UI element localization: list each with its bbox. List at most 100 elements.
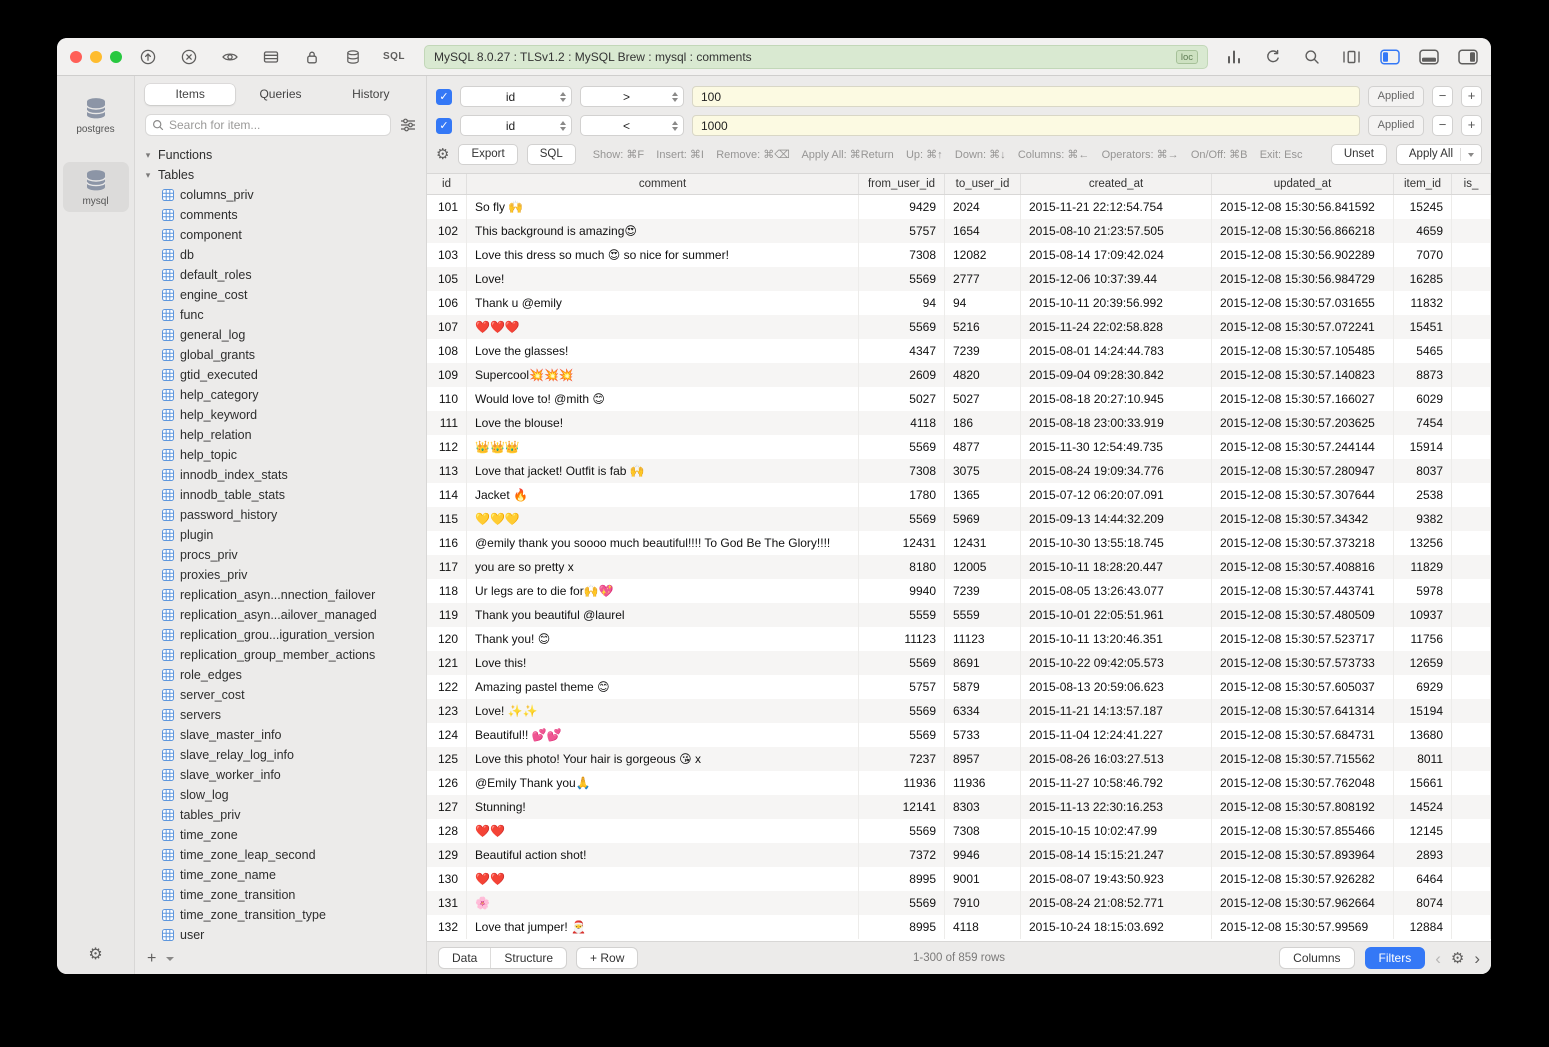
- search-field[interactable]: [145, 114, 391, 136]
- cell-to_user_id[interactable]: 7308: [945, 819, 1021, 843]
- filter-applied-button[interactable]: Applied: [1368, 86, 1424, 107]
- cell-to_user_id[interactable]: 5027: [945, 387, 1021, 411]
- cell-is_[interactable]: [1452, 627, 1491, 651]
- filter-enabled-checkbox[interactable]: [436, 118, 452, 134]
- cell-is_[interactable]: [1452, 291, 1491, 315]
- cell-updated_at[interactable]: 2015-12-08 15:30:57.641314: [1212, 699, 1394, 723]
- cell-comment[interactable]: @emily thank you soooo much beautiful!!!…: [467, 531, 859, 555]
- sidebar-table-item[interactable]: procs_priv: [143, 545, 426, 565]
- sidebar-table-item[interactable]: replication_asyn...nnection_failover: [143, 585, 426, 605]
- filter-enabled-checkbox[interactable]: [436, 89, 452, 105]
- zoom-window-button[interactable]: [110, 51, 122, 63]
- cell-to_user_id[interactable]: 2777: [945, 267, 1021, 291]
- cell-id[interactable]: 129: [427, 843, 467, 867]
- sidebar-table-item[interactable]: tables_priv: [143, 805, 426, 825]
- table-row[interactable]: 130❤️❤️899590012015-08-07 19:43:50.92320…: [427, 867, 1491, 891]
- cell-comment[interactable]: 🌸: [467, 891, 859, 915]
- cell-is_[interactable]: [1452, 795, 1491, 819]
- add-item-button[interactable]: +: [147, 951, 156, 967]
- cell-comment[interactable]: Love this photo! Your hair is gorgeous 😘…: [467, 747, 859, 771]
- cell-comment[interactable]: Love that jumper! 🎅: [467, 915, 859, 939]
- cell-to_user_id[interactable]: 5559: [945, 603, 1021, 627]
- cell-id[interactable]: 101: [427, 195, 467, 219]
- cell-from_user_id[interactable]: 9429: [859, 195, 945, 219]
- column-header-item_id[interactable]: item_id: [1394, 174, 1452, 194]
- cell-comment[interactable]: This background is amazing😍: [467, 219, 859, 243]
- table-row[interactable]: 107❤️❤️❤️556952162015-11-24 22:02:58.828…: [427, 315, 1491, 339]
- connection-item-mysql[interactable]: mysql: [63, 162, 129, 212]
- cell-is_[interactable]: [1452, 747, 1491, 771]
- sql-button[interactable]: SQL: [527, 144, 576, 165]
- cell-comment[interactable]: 👑👑👑: [467, 435, 859, 459]
- sidebar-table-item[interactable]: time_zone_leap_second: [143, 845, 426, 865]
- cell-is_[interactable]: [1452, 219, 1491, 243]
- cell-comment[interactable]: you are so pretty x: [467, 555, 859, 579]
- cell-comment[interactable]: Jacket 🔥: [467, 483, 859, 507]
- cell-comment[interactable]: Thank you beautiful @laurel: [467, 603, 859, 627]
- table-row[interactable]: 111Love the blouse!41181862015-08-18 23:…: [427, 411, 1491, 435]
- cell-created_at[interactable]: 2015-11-21 22:12:54.754: [1021, 195, 1212, 219]
- cell-is_[interactable]: [1452, 843, 1491, 867]
- sidebar-table-item[interactable]: plugin: [143, 525, 426, 545]
- cell-updated_at[interactable]: 2015-12-08 15:30:57.962664: [1212, 891, 1394, 915]
- cell-updated_at[interactable]: 2015-12-08 15:30:57.605037: [1212, 675, 1394, 699]
- cell-comment[interactable]: ❤️❤️❤️: [467, 315, 859, 339]
- cell-to_user_id[interactable]: 9001: [945, 867, 1021, 891]
- cell-updated_at[interactable]: 2015-12-08 15:30:57.373218: [1212, 531, 1394, 555]
- cell-comment[interactable]: Beautiful!! 💕💕: [467, 723, 859, 747]
- cell-updated_at[interactable]: 2015-12-08 15:30:57.684731: [1212, 723, 1394, 747]
- table-row[interactable]: 131🌸556979102015-08-24 21:08:52.7712015-…: [427, 891, 1491, 915]
- cell-from_user_id[interactable]: 9940: [859, 579, 945, 603]
- cell-updated_at[interactable]: 2015-12-08 15:30:57.072241: [1212, 315, 1394, 339]
- filter-value-input[interactable]: [692, 115, 1360, 136]
- cell-to_user_id[interactable]: 1365: [945, 483, 1021, 507]
- cell-item_id[interactable]: 13256: [1394, 531, 1452, 555]
- cell-id[interactable]: 112: [427, 435, 467, 459]
- cell-is_[interactable]: [1452, 723, 1491, 747]
- cell-from_user_id[interactable]: 2609: [859, 363, 945, 387]
- cell-to_user_id[interactable]: 7239: [945, 339, 1021, 363]
- columns-button[interactable]: Columns: [1279, 947, 1354, 969]
- cell-is_[interactable]: [1452, 651, 1491, 675]
- cell-item_id[interactable]: 11829: [1394, 555, 1452, 579]
- sidebar-table-item[interactable]: server_cost: [143, 685, 426, 705]
- cell-created_at[interactable]: 2015-10-30 13:55:18.745: [1021, 531, 1212, 555]
- cell-id[interactable]: 119: [427, 603, 467, 627]
- sidebar-table-item[interactable]: global_grants: [143, 345, 426, 365]
- cell-id[interactable]: 120: [427, 627, 467, 651]
- cell-item_id[interactable]: 8873: [1394, 363, 1452, 387]
- cell-updated_at[interactable]: 2015-12-08 15:30:57.715562: [1212, 747, 1394, 771]
- search-icon[interactable]: [1302, 47, 1322, 67]
- cell-from_user_id[interactable]: 5027: [859, 387, 945, 411]
- sidebar-table-item[interactable]: slave_relay_log_info: [143, 745, 426, 765]
- cell-id[interactable]: 124: [427, 723, 467, 747]
- cell-comment[interactable]: Would love to! @mith 😊: [467, 387, 859, 411]
- structure-view-button[interactable]: Structure: [490, 948, 566, 968]
- cell-created_at[interactable]: 2015-08-18 23:00:33.919: [1021, 411, 1212, 435]
- cell-item_id[interactable]: 15661: [1394, 771, 1452, 795]
- sliders-filter-icon[interactable]: [400, 118, 416, 132]
- cell-item_id[interactable]: 13680: [1394, 723, 1452, 747]
- column-header-updated_at[interactable]: updated_at: [1212, 174, 1394, 194]
- table-row[interactable]: 127Stunning!1214183032015-11-13 22:30:16…: [427, 795, 1491, 819]
- cell-item_id[interactable]: 2893: [1394, 843, 1452, 867]
- cell-from_user_id[interactable]: 11936: [859, 771, 945, 795]
- table-row[interactable]: 125Love this photo! Your hair is gorgeou…: [427, 747, 1491, 771]
- cell-created_at[interactable]: 2015-10-11 20:39:56.992: [1021, 291, 1212, 315]
- table-row[interactable]: 108Love the glasses!434772392015-08-01 1…: [427, 339, 1491, 363]
- cell-item_id[interactable]: 4659: [1394, 219, 1452, 243]
- cell-created_at[interactable]: 2015-08-13 20:59:06.623: [1021, 675, 1212, 699]
- cell-updated_at[interactable]: 2015-12-08 15:30:56.841592: [1212, 195, 1394, 219]
- sidebar-section-functions[interactable]: ▾ Functions: [143, 145, 426, 165]
- table-row[interactable]: 119Thank you beautiful @laurel5559555920…: [427, 603, 1491, 627]
- export-button[interactable]: Export: [458, 144, 517, 165]
- table-row[interactable]: 120Thank you! 😊11123111232015-10-11 13:2…: [427, 627, 1491, 651]
- tab-items[interactable]: Items: [145, 84, 235, 105]
- sidebar-table-item[interactable]: user: [143, 925, 426, 944]
- toggle-bottom-panel-icon[interactable]: [1419, 47, 1439, 67]
- table-row[interactable]: 109Supercool💥💥💥260948202015-09-04 09:28:…: [427, 363, 1491, 387]
- cell-item_id[interactable]: 15914: [1394, 435, 1452, 459]
- cell-item_id[interactable]: 7454: [1394, 411, 1452, 435]
- cell-from_user_id[interactable]: 5569: [859, 435, 945, 459]
- lock-icon[interactable]: [302, 47, 322, 67]
